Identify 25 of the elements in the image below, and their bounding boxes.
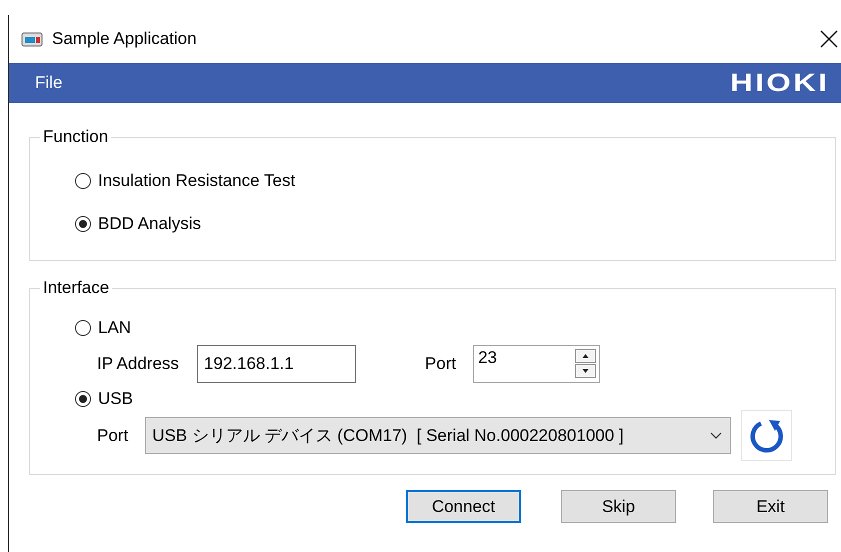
radio-button[interactable] [75, 173, 91, 189]
window-title: Sample Application [52, 29, 198, 49]
dialog-button[interactable]: Skip [561, 490, 676, 523]
radio-button[interactable] [75, 320, 91, 336]
radio-label: LAN [98, 318, 132, 338]
dialog-button[interactable]: Connect [406, 490, 521, 523]
radio-button[interactable] [75, 216, 91, 232]
group-title: Function [42, 127, 110, 147]
field-label: Port [97, 426, 128, 446]
radio-label: Insulation Resistance Test [98, 171, 296, 191]
radio-label: BDD Analysis [98, 214, 201, 234]
group-title: Interface [42, 278, 110, 298]
port-dropdown[interactable]: USB シリアル デバイス (COM17) [ Serial No.000220801000 ] [145, 417, 732, 454]
close-icon[interactable] [820, 30, 838, 48]
radio-label: USB [98, 389, 133, 409]
brand-logo: HIOKI [730, 68, 829, 98]
field-label: Port [424, 354, 456, 374]
ip-address-field[interactable]: 192.168.1.1 [196, 345, 356, 383]
dialog-button[interactable]: Exit [713, 490, 828, 523]
app-icon [21, 31, 43, 47]
refresh-button[interactable] [741, 410, 792, 461]
chevron-down-icon [710, 432, 722, 440]
radio-button[interactable] [75, 391, 91, 407]
field-label: IP Address [97, 354, 179, 374]
menu-item[interactable]: File [35, 73, 62, 92]
